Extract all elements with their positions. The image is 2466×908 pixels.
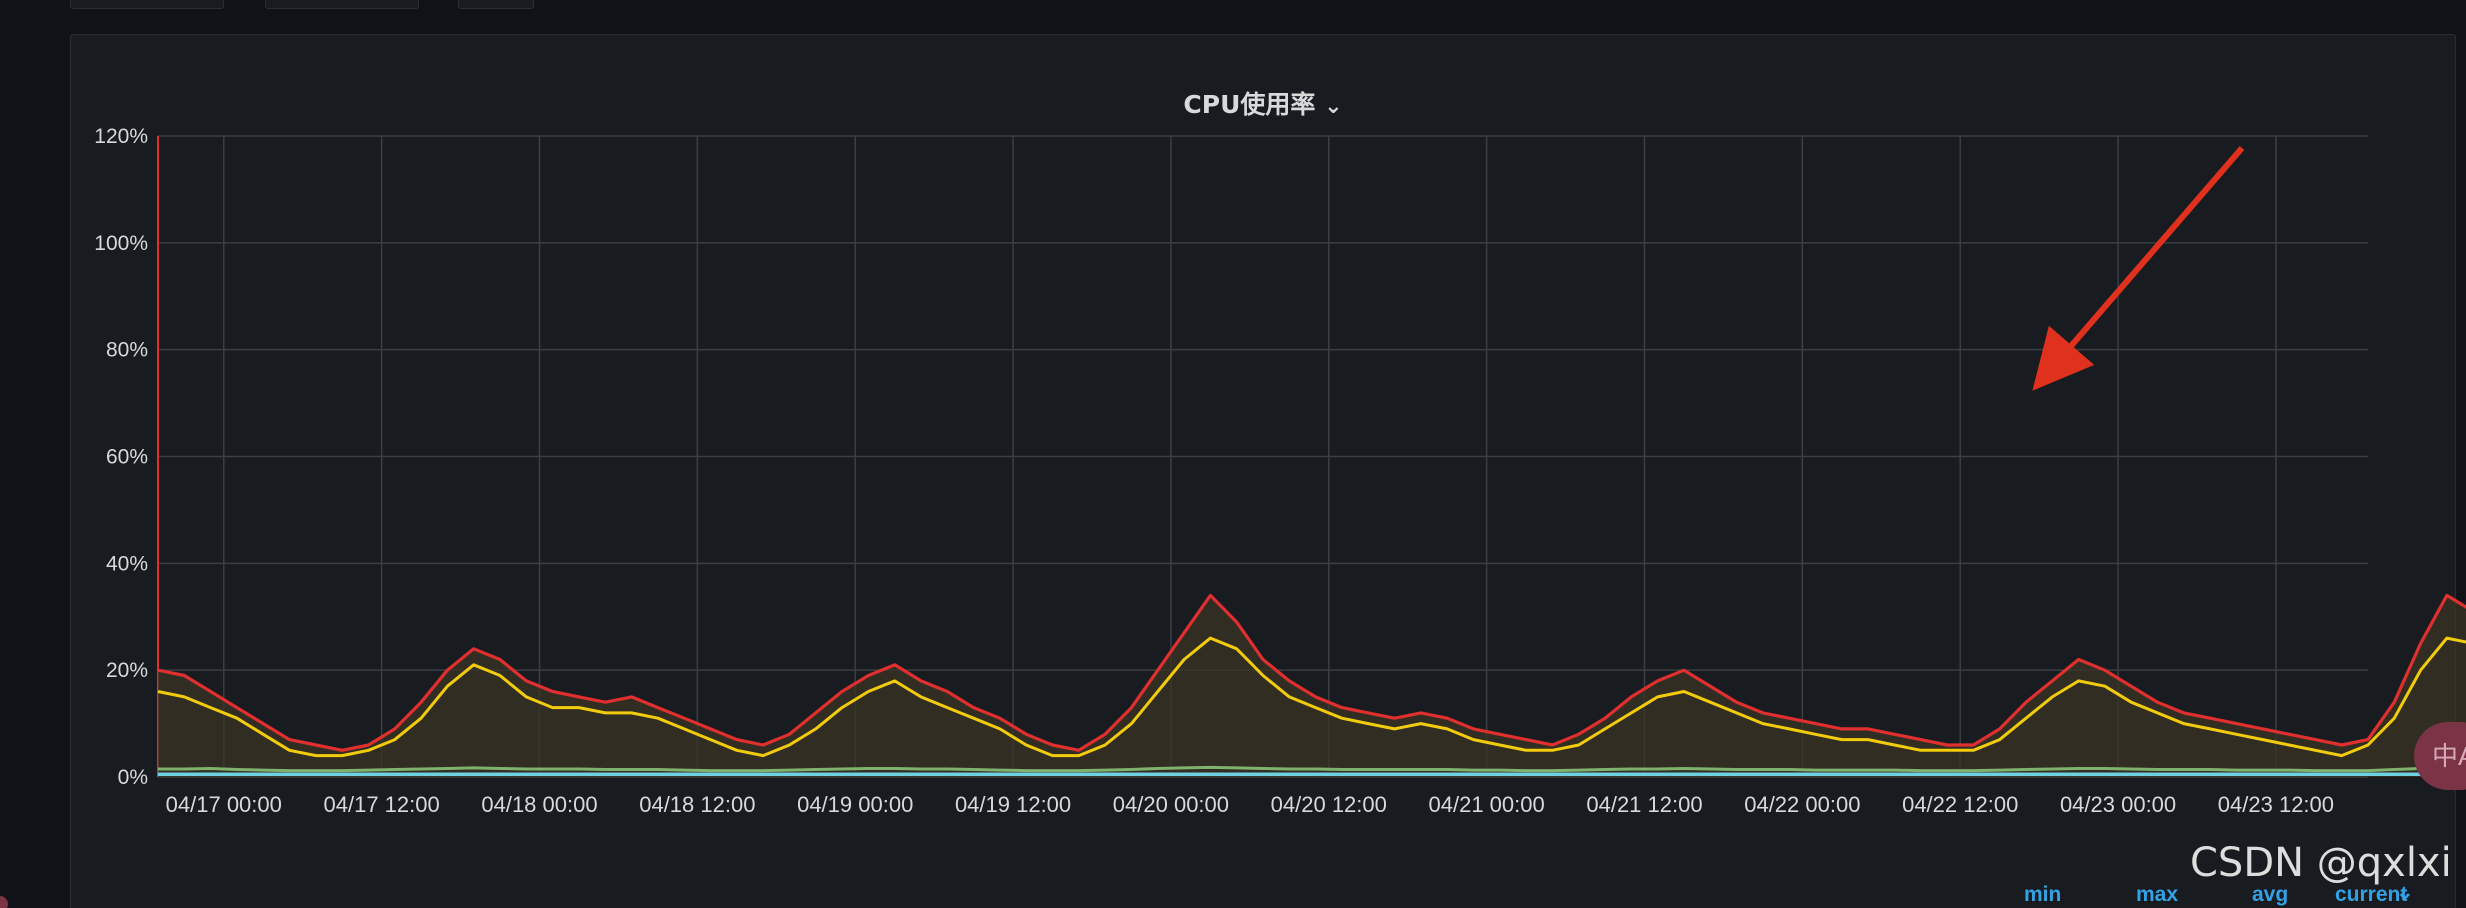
x-tick-label: 04/22 12:00 <box>1902 792 2018 817</box>
x-tick-label: 04/21 00:00 <box>1429 792 1545 817</box>
y-tick-label: 0% <box>118 766 148 789</box>
legend-header-avg[interactable]: avg <box>2252 883 2288 906</box>
x-tick-label: 04/17 12:00 <box>324 792 440 817</box>
y-tick-label: 20% <box>106 659 148 682</box>
legend-header-max[interactable]: max <box>2136 883 2178 906</box>
y-tick-label: 80% <box>106 339 148 362</box>
y-tick-label: 120% <box>94 125 148 148</box>
cpu-usage-chart: 0% 20% 40% 60% 80% 100% 120% 04/17 00:00 04/17 1… <box>94 125 2466 906</box>
x-tick-label: 04/23 00:00 <box>2060 792 2176 817</box>
x-tick-label: 04/18 12:00 <box>639 792 755 817</box>
legend-header-min[interactable]: min <box>2024 883 2061 906</box>
annotation-arrow <box>2032 146 2245 391</box>
watermark: CSDN @qxlxi <box>2190 840 2452 886</box>
x-tick-label: 04/20 00:00 <box>1113 792 1229 817</box>
x-tick-label: 04/23 12:00 <box>2218 792 2334 817</box>
series-area-fill <box>158 595 2466 777</box>
x-tick-label: 04/21 12:00 <box>1586 792 1702 817</box>
x-tick-label: 04/20 12:00 <box>1271 792 1387 817</box>
x-tick-label: 04/22 00:00 <box>1744 792 1860 817</box>
y-tick-label: 40% <box>106 552 148 575</box>
dashboard-canvas: CPU使用率 ⌄ 0% 20% 40% 60% 80% 100% 120% 04/17 00:… <box>0 0 2466 908</box>
y-tick-label: 100% <box>94 232 148 255</box>
x-tick-label: 04/18 00:00 <box>481 792 597 817</box>
x-tick-label: 04/19 12:00 <box>955 792 1071 817</box>
x-tick-label: 04/19 00:00 <box>797 792 913 817</box>
series-layer <box>157 593 2466 777</box>
y-tick-label: 60% <box>106 446 148 469</box>
x-tick-label: 04/17 00:00 <box>166 792 282 817</box>
